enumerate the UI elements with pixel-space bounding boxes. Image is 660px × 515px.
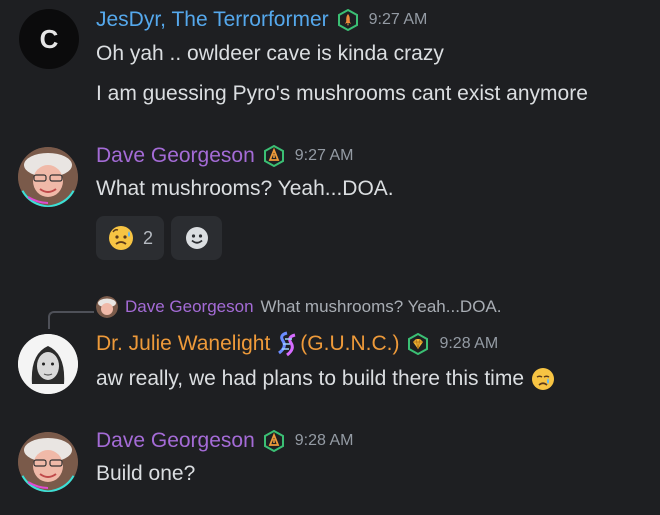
timestamp: 9:27 AM xyxy=(294,147,354,164)
author-name[interactable]: Dave Georgeson xyxy=(96,144,255,168)
message-text-content: aw really, we had plans to build there t… xyxy=(96,367,524,390)
author-suffix[interactable]: (G.U.N.C.) xyxy=(300,332,399,356)
add-reaction-button[interactable] xyxy=(171,216,222,260)
avatar[interactable]: C xyxy=(19,9,79,69)
avatar-letter: C xyxy=(39,24,59,54)
reply-author: Dave Georgeson xyxy=(125,297,254,316)
shield-badge-icon[interactable] xyxy=(263,144,285,168)
message-text: I am guessing Pyro's mushrooms cant exis… xyxy=(96,82,588,105)
sad-sweat-face-icon xyxy=(107,224,135,252)
reply-text: What mushrooms? Yeah...DOA. xyxy=(260,297,502,316)
avatar[interactable] xyxy=(18,334,78,394)
message-text: Oh yah .. owldeer cave is kinda crazy xyxy=(96,42,444,65)
reaction-button[interactable]: 2 xyxy=(96,216,164,260)
message-text: What mushrooms? Yeah...DOA. xyxy=(96,177,394,200)
add-reaction-smiley-icon xyxy=(184,225,210,251)
rocket-badge-icon[interactable] xyxy=(337,8,359,32)
timestamp: 9:28 AM xyxy=(294,432,354,449)
message-text: Build one? xyxy=(96,462,196,485)
reply-avatar xyxy=(96,296,118,318)
gem-badge-icon[interactable] xyxy=(407,332,429,356)
reaction-count: 2 xyxy=(142,227,153,248)
message-text: aw really, we had plans to build there t… xyxy=(96,366,556,392)
timestamp: 9:28 AM xyxy=(439,335,499,352)
author-name[interactable]: JesDyr, The Terrorformer xyxy=(96,8,329,32)
dna-icon xyxy=(274,331,300,357)
crying-face-icon xyxy=(530,366,556,392)
reply-preview[interactable]: Dave Georgeson What mushrooms? Yeah...DO… xyxy=(96,296,501,318)
author-name[interactable]: Dr. Julie Wanelight xyxy=(96,332,270,356)
avatar[interactable] xyxy=(18,432,78,492)
timestamp: 9:27 AM xyxy=(368,11,428,28)
author-name[interactable]: Dave Georgeson xyxy=(96,429,255,453)
reply-connector xyxy=(48,311,94,329)
shield-badge-icon[interactable] xyxy=(263,429,285,453)
avatar[interactable] xyxy=(18,147,78,207)
